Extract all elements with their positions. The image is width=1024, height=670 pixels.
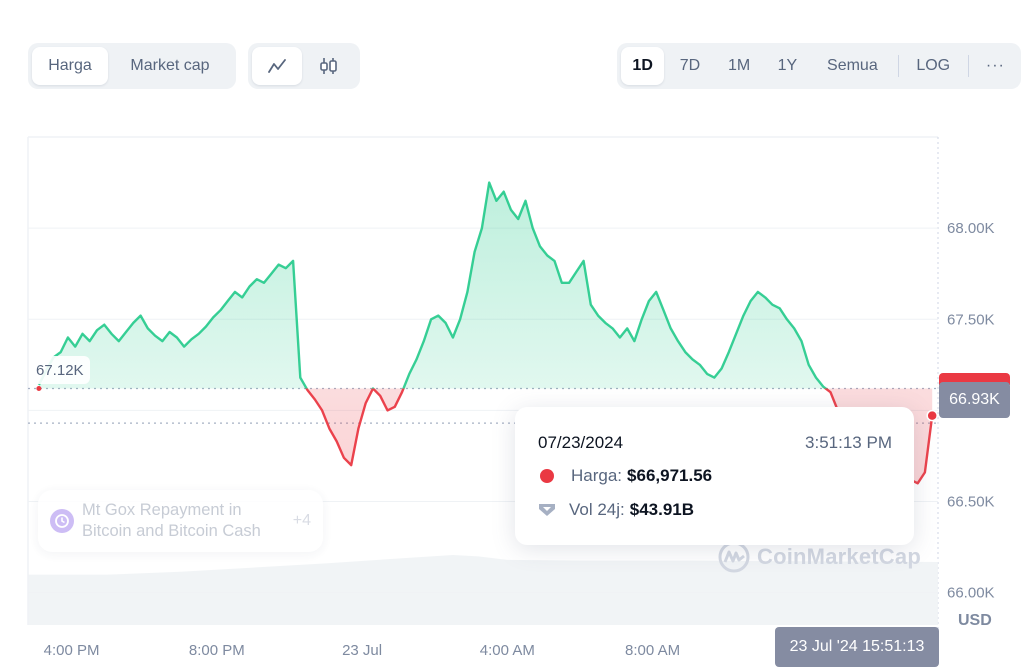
y-tick-label: 66.50K xyxy=(947,494,995,511)
open-price-label: 67.12K xyxy=(36,361,84,379)
volume-icon xyxy=(539,504,555,516)
x-tick-label: 8:00 PM xyxy=(189,642,245,659)
watermark-text: CoinMarketCap xyxy=(757,544,921,569)
watermark: CoinMarketCap xyxy=(717,540,921,574)
tooltip-price-row: Harga: $66,971.56 xyxy=(538,466,712,486)
x-tick-label: 8:00 AM xyxy=(625,642,680,659)
current-price-label: 66.93K xyxy=(939,382,1010,418)
tooltip-volume-label: Vol 24j: xyxy=(569,500,625,519)
open-price-tag: 67.12K xyxy=(30,356,90,384)
y-tick-label: 66.00K xyxy=(947,585,995,602)
start-point xyxy=(36,386,42,392)
tooltip-date: 07/23/2024 xyxy=(538,433,624,452)
x-tick-label: 4:00 PM xyxy=(44,642,100,659)
x-tick-label: 4:00 AM xyxy=(480,642,535,659)
current-price-tag: 66.93K xyxy=(939,373,1010,418)
tooltip-volume-row: Vol 24j: $43.91B xyxy=(538,500,694,520)
y-tick-label: 68.00K xyxy=(947,220,995,237)
price-dot-icon xyxy=(540,469,554,483)
x-tick-label: 23 Jul xyxy=(342,642,382,659)
crosshair-time-tag: 23 Jul '24 15:51:13 xyxy=(775,627,939,667)
tooltip-time: 3:51:13 PM xyxy=(805,433,892,452)
event-more-count[interactable]: +4 xyxy=(293,512,311,530)
history-icon xyxy=(50,509,74,533)
event-title: Mt Gox Repayment in Bitcoin and Bitcoin … xyxy=(82,501,261,540)
y-tick-label: 67.50K xyxy=(947,311,995,328)
currency-label: USD xyxy=(958,612,992,629)
chart-tooltip: 07/23/2024 3:51:13 PM Harga: $66,971.56 … xyxy=(515,407,914,545)
current-price-point xyxy=(926,409,938,422)
coinmarketcap-logo-icon xyxy=(718,541,750,573)
tooltip-price-value: $66,971.56 xyxy=(627,466,713,485)
tooltip-price-label: Harga: xyxy=(571,466,623,485)
event-marker-card[interactable]: Mt Gox Repayment in Bitcoin and Bitcoin … xyxy=(38,490,323,552)
tooltip-volume-value: $43.91B xyxy=(629,500,695,519)
